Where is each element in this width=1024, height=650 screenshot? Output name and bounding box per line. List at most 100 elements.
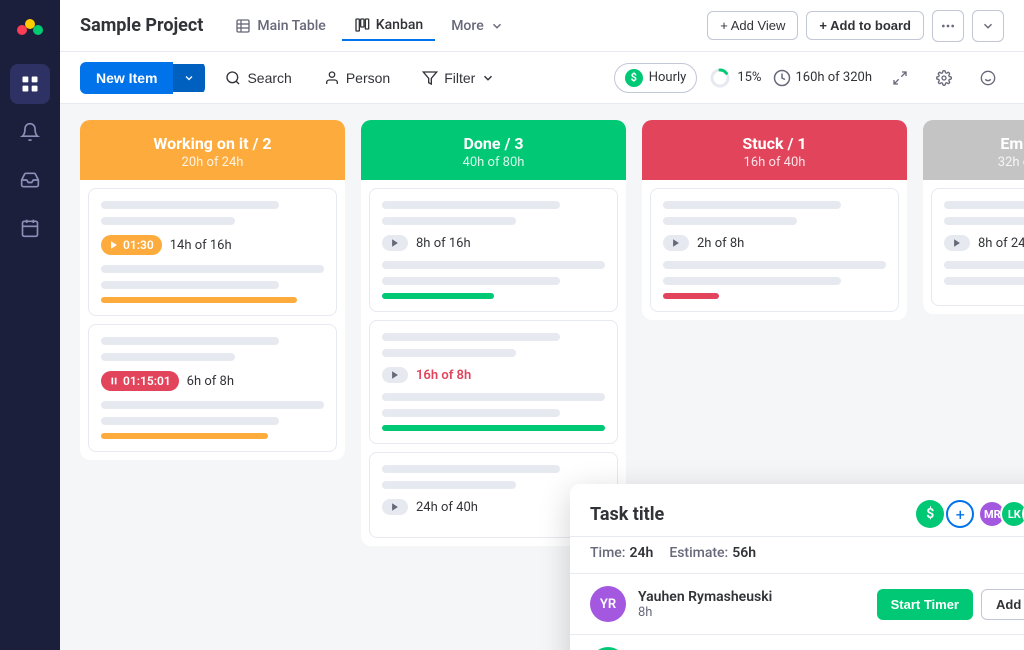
column-empty: Empty 32h of ... 8h of 24h — [923, 120, 1024, 314]
search-label: Search — [247, 70, 291, 86]
column-stuck-header: Stuck / 1 16h of 40h — [642, 120, 907, 180]
add-view-button[interactable]: + Add View — [707, 11, 798, 40]
tab-main-table[interactable]: Main Table — [223, 12, 337, 40]
card-line — [663, 261, 886, 269]
sidebar-item-dashboard[interactable] — [10, 64, 50, 104]
column-stuck-body: 2h of 8h — [642, 180, 907, 320]
card-line — [101, 217, 235, 225]
timer-badge-pending — [382, 235, 408, 251]
column-done-title: Done / 3 — [377, 134, 610, 153]
table-row[interactable]: 16h of 8h — [369, 320, 618, 444]
timer-hours: 24h of 40h — [416, 500, 478, 515]
task-popup: Task title $ + MR LK 0 ··· Time: 24h — [570, 484, 1024, 650]
person-filter-button[interactable]: Person — [312, 63, 402, 93]
card-timer-row: 01:30 14h of 16h — [101, 235, 324, 255]
column-stuck-title: Stuck / 1 — [658, 134, 891, 153]
progress-stat: 15% — [709, 67, 761, 89]
popup-header-actions: $ + MR LK 0 ··· — [916, 500, 1024, 528]
clock-icon — [773, 69, 791, 87]
person-info: Yauhen Rymasheuski 8h — [638, 589, 865, 620]
add-to-board-button[interactable]: + Add to board — [806, 11, 924, 40]
table-row[interactable]: 8h of 24h — [931, 188, 1024, 306]
new-item-main-button[interactable]: New Item — [80, 62, 173, 94]
tab-kanban[interactable]: Kanban — [342, 11, 435, 41]
progress-bar — [101, 297, 297, 303]
search-icon — [225, 70, 241, 86]
time-label: Time: — [590, 545, 626, 561]
column-working: Working on it / 2 20h of 24h 01:30 14h o… — [80, 120, 345, 460]
add-time-button[interactable]: Add Time — [981, 589, 1024, 620]
sidebar-item-inbox[interactable] — [10, 160, 50, 200]
column-done-header: Done / 3 40h of 80h — [361, 120, 626, 180]
person-hours: 8h — [638, 605, 865, 620]
toolbar-right: $ Hourly 15% 160h of 320h — [614, 62, 1004, 94]
column-done: Done / 3 40h of 80h 8h of 16h — [361, 120, 626, 546]
settings-button[interactable] — [928, 62, 960, 94]
estimate-value: 56h — [732, 545, 756, 561]
hours-badge: 160h of 320h — [773, 69, 872, 87]
column-empty-title: Empty — [939, 134, 1024, 153]
tab-more[interactable]: More — [439, 12, 516, 40]
popup-dollar-button[interactable]: $ — [916, 500, 944, 528]
chevron-down-icon — [183, 72, 195, 84]
hourly-badge[interactable]: $ Hourly — [614, 63, 698, 93]
play-icon — [952, 238, 962, 248]
tab-kanban-label: Kanban — [376, 17, 423, 33]
timer-hours: 16h of 8h — [416, 368, 471, 383]
card-line — [944, 261, 1024, 269]
person-row: LK Lera Kuntsevich 16h — [570, 635, 1024, 650]
timer-badge-pending — [663, 235, 689, 251]
person-name: Yauhen Rymasheuski — [638, 589, 865, 605]
table-row[interactable]: 01:15:01 6h of 8h — [88, 324, 337, 452]
estimate-label: Estimate: — [669, 545, 728, 561]
settings-icon — [936, 70, 952, 86]
card-timer-row: 16h of 8h — [382, 367, 605, 383]
card-line — [663, 201, 841, 209]
pause-icon — [109, 376, 119, 386]
new-item-dropdown-button[interactable] — [173, 64, 205, 92]
time-item: Time: 24h — [590, 545, 653, 561]
sidebar-item-notifications[interactable] — [10, 112, 50, 152]
table-row[interactable]: 01:30 14h of 16h — [88, 188, 337, 316]
filter-icon — [422, 70, 438, 86]
table-row[interactable]: 8h of 16h — [369, 188, 618, 312]
person-label: Person — [346, 70, 390, 86]
sidebar-item-mywork[interactable] — [10, 208, 50, 248]
progress-percent: 15% — [737, 70, 761, 85]
timer-badge-pending — [944, 235, 970, 251]
popup-title: Task title — [590, 504, 664, 525]
new-item-button[interactable]: New Item — [80, 62, 205, 94]
card-line — [663, 277, 841, 285]
card-timer-row: 01:15:01 6h of 8h — [101, 371, 324, 391]
avatar: YR — [590, 586, 626, 622]
timer-hours: 6h of 8h — [187, 374, 234, 389]
filter-button[interactable]: Filter — [410, 63, 507, 93]
person-row: YR Yauhen Rymasheuski 8h Start Timer Add… — [570, 574, 1024, 635]
app-logo[interactable] — [12, 12, 48, 48]
expand-button[interactable] — [884, 62, 916, 94]
sidebar — [0, 0, 60, 650]
progress-bar — [382, 425, 605, 431]
emoji-button[interactable] — [972, 62, 1004, 94]
start-timer-button[interactable]: Start Timer — [877, 589, 973, 620]
person-icon — [324, 70, 340, 86]
project-title: Sample Project — [80, 15, 203, 36]
play-icon — [390, 238, 400, 248]
play-icon — [109, 240, 119, 250]
card-line — [101, 265, 324, 273]
play-icon — [390, 370, 400, 380]
tab-more-label: More — [451, 18, 484, 34]
more-options-button[interactable] — [932, 10, 964, 42]
search-button[interactable]: Search — [213, 63, 303, 93]
dollar-icon: $ — [625, 69, 643, 87]
table-row[interactable]: 2h of 8h — [650, 188, 899, 312]
kanban-board: Working on it / 2 20h of 24h 01:30 14h o… — [60, 104, 1024, 650]
card-line — [101, 281, 279, 289]
collapse-button[interactable] — [972, 10, 1004, 42]
progress-bar — [382, 293, 494, 299]
table-icon — [235, 18, 251, 34]
timer-badge-pending — [382, 367, 408, 383]
add-member-button[interactable]: + — [946, 500, 974, 528]
progress-circle-icon — [709, 67, 731, 89]
filter-label: Filter — [444, 70, 475, 86]
